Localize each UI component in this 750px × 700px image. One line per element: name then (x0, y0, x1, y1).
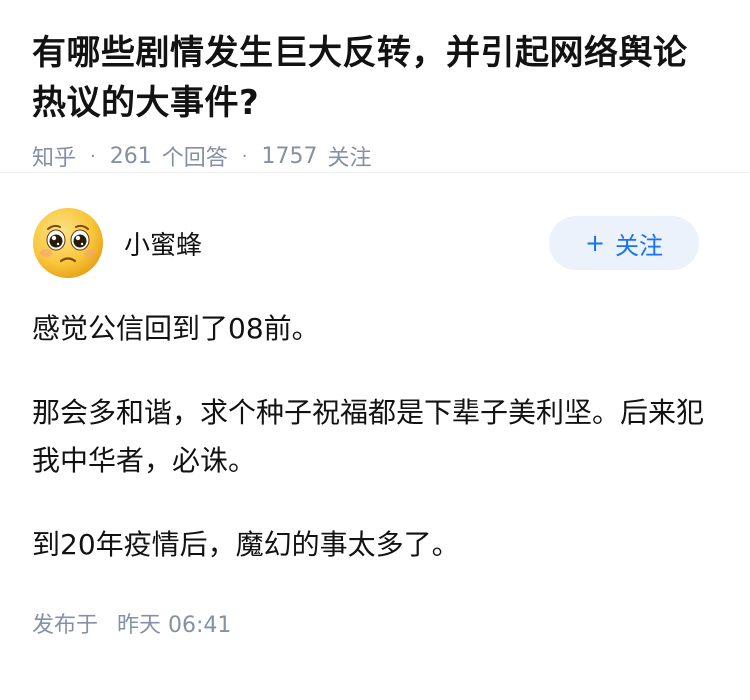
question-header: 有哪些剧情发生巨大反转，并引起网络舆论热议的大事件? 知乎 · 261 个回答 … (0, 0, 750, 173)
source-label[interactable]: 知乎 (32, 140, 76, 172)
answer-paragraph: 感觉公信回到了08前。 (32, 312, 320, 345)
question-meta: 知乎 · 261 个回答 · 1757 关注 (32, 140, 718, 172)
publish-time: 昨天 06:41 (117, 613, 232, 638)
follow-count: 1757 (261, 143, 318, 169)
publish-info: 发布于 昨天 06:41 (32, 607, 718, 639)
separator-dot: · (241, 145, 248, 167)
plus-icon: + (584, 229, 606, 257)
author-row: 小蜜蜂 + 关注 (32, 203, 718, 283)
answer-paragraph: 那会多和谐，求个种子祝福都是下辈子美利坚。后来犯我中华者，必诛。 (32, 396, 705, 477)
publish-label: 发布于 (32, 613, 99, 638)
answer-content: 感觉公信回到了08前。 那会多和谐，求个种子祝福都是下辈子美利坚。后来犯我中华者… (32, 305, 718, 569)
avatar[interactable] (32, 207, 104, 279)
follow-button[interactable]: + 关注 (549, 216, 699, 270)
answer-paragraph: 到20年疫情后，魔幻的事太多了。 (32, 528, 460, 561)
follow-button-label: 关注 (615, 231, 664, 260)
separator-dot: · (90, 145, 96, 167)
answer-count-label[interactable]: 个回答 (162, 140, 228, 172)
question-title[interactable]: 有哪些剧情发生巨大反转，并引起网络舆论热议的大事件? (32, 28, 718, 128)
answer-count[interactable]: 261 (110, 144, 152, 169)
follow-count-label: 关注 (327, 146, 372, 171)
answer-card: 小蜜蜂 + 关注 感觉公信回到了08前。 那会多和谐，求个种子祝福都是下辈子美利… (0, 173, 750, 639)
author-name[interactable]: 小蜜蜂 (124, 225, 549, 262)
